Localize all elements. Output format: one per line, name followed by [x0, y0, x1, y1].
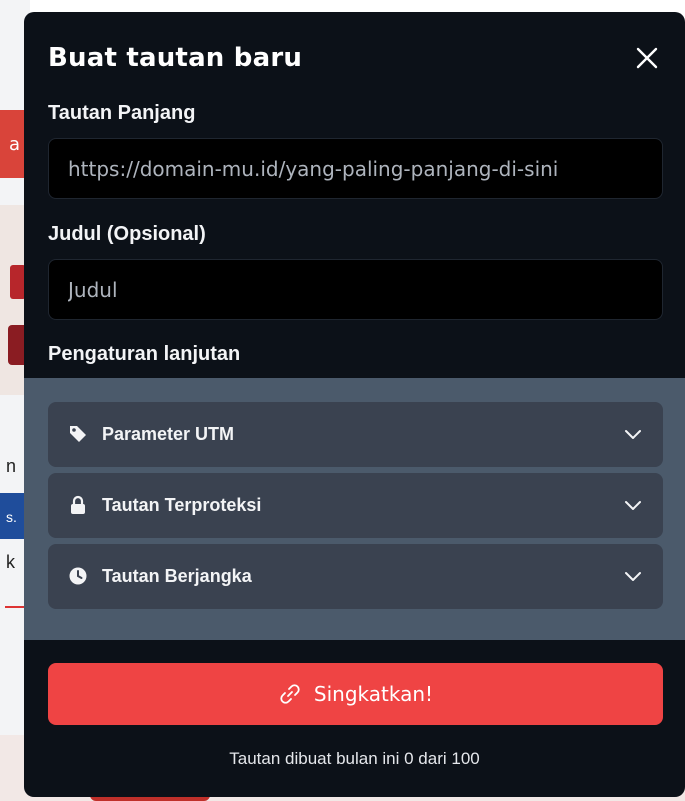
chevron-down-icon — [625, 572, 641, 581]
background-letter: k — [6, 552, 15, 572]
monthly-quota-text: Tautan dibuat bulan ini 0 dari 100 — [229, 749, 480, 768]
close-icon — [636, 47, 658, 69]
modal-title: Buat tautan baru — [48, 43, 303, 73]
accordion-label: Parameter UTM — [102, 424, 235, 444]
title-input[interactable] — [48, 259, 663, 320]
background-blue-text: s. — [6, 509, 17, 525]
shorten-button[interactable]: Singkatkan! — [48, 663, 663, 725]
long-url-label: Tautan Panjang — [48, 102, 196, 124]
background-link — [5, 590, 25, 608]
accordion-timed-link[interactable]: Tautan Berjangka — [48, 544, 663, 609]
accordion-label: Tautan Terproteksi — [102, 495, 262, 515]
create-link-modal: Buat tautan baru Tautan Panjang Judul (O… — [24, 12, 685, 797]
accordion-utm-parameters[interactable]: Parameter UTM — [48, 402, 663, 467]
close-button[interactable] — [633, 44, 661, 72]
chevron-down-icon — [625, 501, 641, 510]
title-label: Judul (Opsional) — [48, 223, 206, 245]
clock-icon — [69, 567, 87, 585]
tag-icon — [70, 426, 86, 442]
accordion-protected-link[interactable]: Tautan Terproteksi — [48, 473, 663, 538]
chevron-down-icon — [625, 430, 641, 439]
long-url-input[interactable] — [48, 138, 663, 199]
advanced-settings-label: Pengaturan lanjutan — [48, 343, 241, 365]
background-tab-letter: a — [9, 134, 21, 155]
lock-icon — [71, 495, 85, 514]
modal-header: Buat tautan baru — [48, 40, 661, 80]
background-letter: n — [6, 456, 17, 476]
accordion-label: Tautan Berjangka — [102, 566, 252, 586]
shorten-button-label: Singkatkan! — [313, 682, 434, 706]
advanced-settings-panel: Parameter UTM Tautan Terproteksi Tautan … — [24, 378, 685, 640]
link-icon — [280, 684, 300, 704]
